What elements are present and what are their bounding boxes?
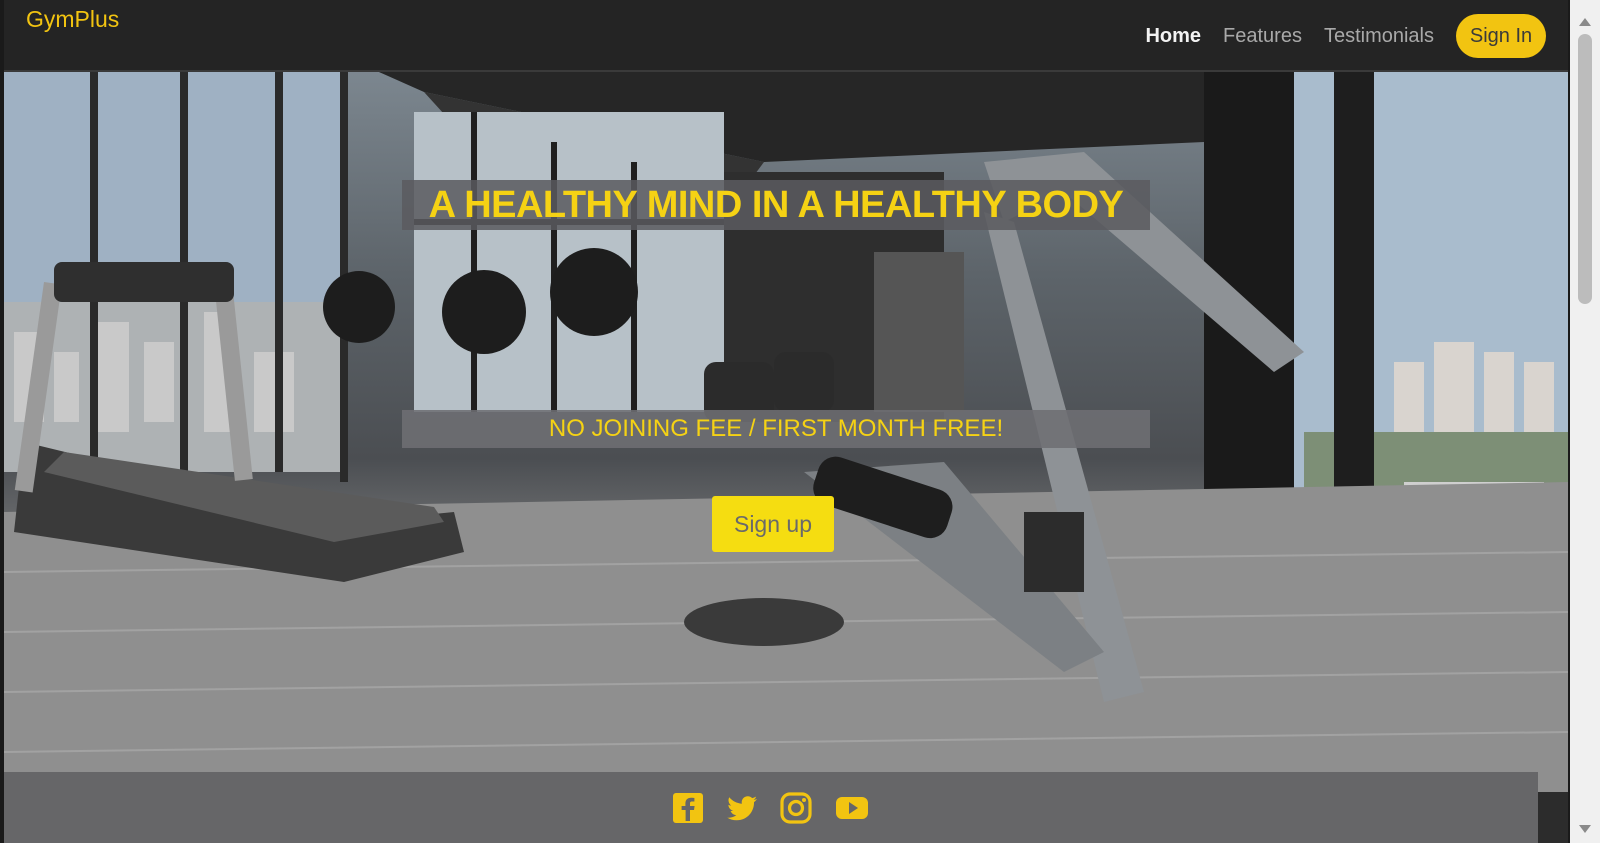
youtube-icon[interactable] bbox=[833, 791, 871, 825]
brand-logo[interactable]: GymPlus bbox=[26, 6, 119, 33]
nav-home-link[interactable]: Home bbox=[1145, 25, 1201, 48]
scroll-up-arrow-icon[interactable] bbox=[1579, 18, 1591, 26]
scroll-thumb[interactable] bbox=[1578, 34, 1592, 304]
nav-features-link[interactable]: Features bbox=[1223, 25, 1302, 48]
headline-band: A HEALTHY MIND IN A HEALTHY BODY bbox=[402, 180, 1150, 230]
hero-headline: A HEALTHY MIND IN A HEALTHY BODY bbox=[428, 184, 1124, 226]
scroll-down-arrow-icon[interactable] bbox=[1579, 825, 1591, 833]
sign-in-button[interactable]: Sign In bbox=[1456, 14, 1546, 58]
instagram-icon[interactable] bbox=[779, 791, 813, 825]
vertical-scrollbar[interactable] bbox=[1570, 0, 1600, 843]
page: GymPlus Home Features Testimonials Sign … bbox=[4, 0, 1568, 843]
navbar: GymPlus Home Features Testimonials Sign … bbox=[4, 0, 1568, 72]
nav-links: Home Features Testimonials Sign In bbox=[1145, 14, 1546, 58]
facebook-icon[interactable] bbox=[671, 791, 705, 825]
twitter-icon[interactable] bbox=[725, 791, 759, 825]
tagline-band: NO JOINING FEE / FIRST MONTH FREE! bbox=[402, 410, 1150, 448]
nav-testimonials-link[interactable]: Testimonials bbox=[1324, 25, 1434, 48]
hero-tagline: NO JOINING FEE / FIRST MONTH FREE! bbox=[548, 415, 1004, 442]
footer bbox=[4, 772, 1538, 843]
hero-section: A HEALTHY MIND IN A HEALTHY BODY NO JOIN… bbox=[4, 52, 1568, 792]
sign-up-button[interactable]: Sign up bbox=[712, 496, 834, 552]
